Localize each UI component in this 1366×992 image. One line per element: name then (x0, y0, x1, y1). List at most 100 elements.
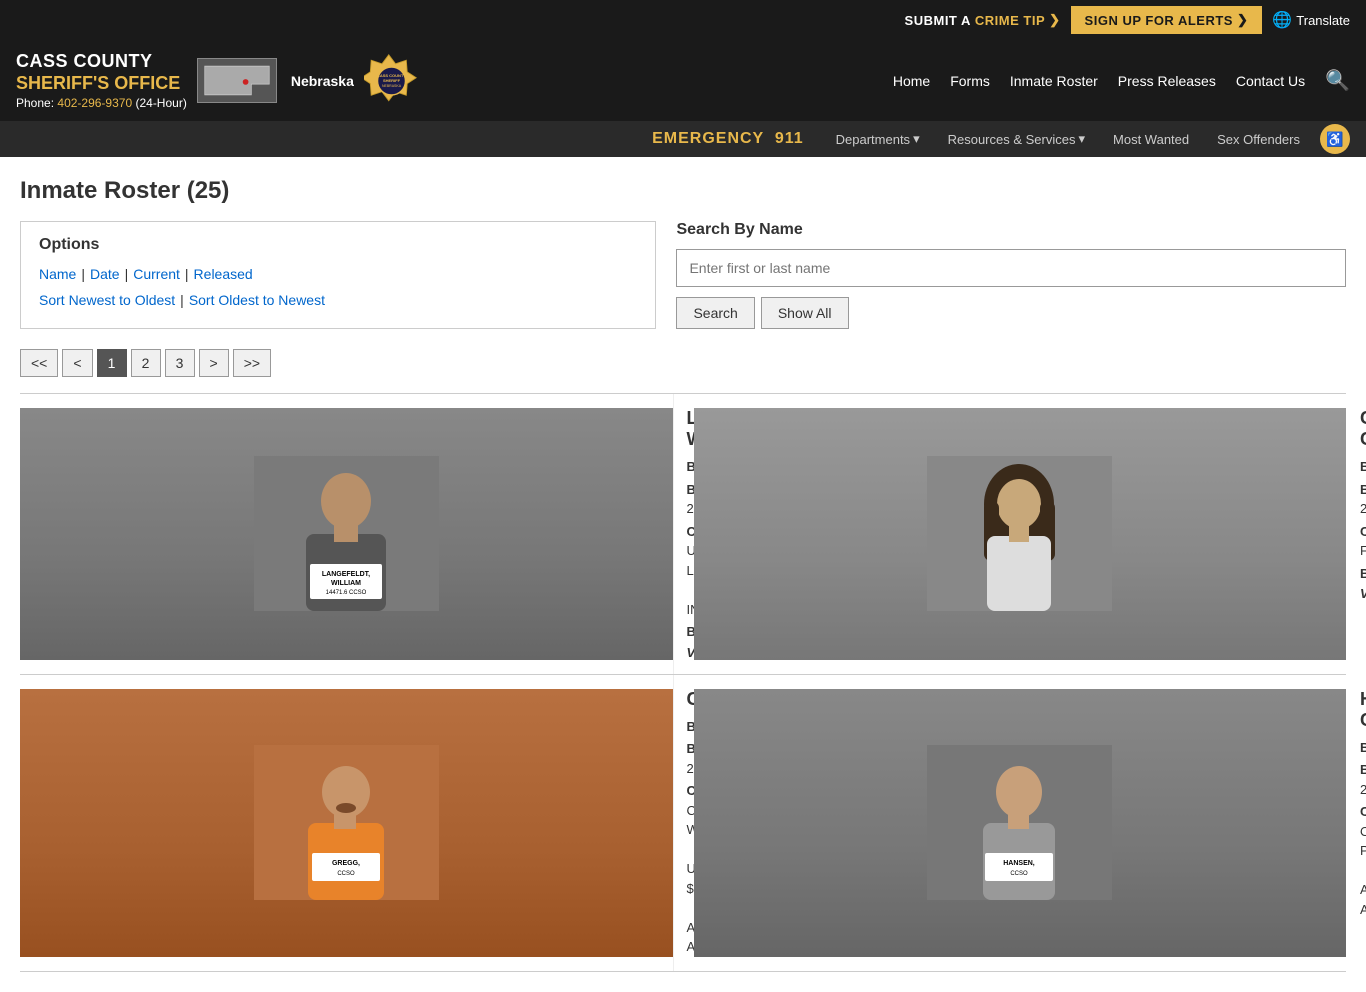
nav-resources-services[interactable]: Resources & Services ▾ (936, 121, 1097, 157)
emergency-number: 911 (775, 130, 804, 147)
options-title: Options (39, 236, 637, 254)
search-button[interactable]: Search (676, 297, 754, 329)
alerts-label: SIGN UP FOR ALERTS (1085, 13, 1233, 28)
nav-sex-offenders[interactable]: Sex Offenders (1205, 122, 1312, 157)
nav-inmate-roster[interactable]: Inmate Roster (1010, 73, 1098, 89)
inmate-booking-date-hansen: Booking Date:12-13-2023 - 1:52 pm (1360, 760, 1366, 799)
inmate-booking-date-gallegos: Booking Date:12-15-2023 - 10:03 am (1360, 480, 1366, 519)
translate-button[interactable]: 🌐 Translate (1272, 10, 1350, 30)
search-buttons: Search Show All (676, 297, 1346, 329)
inmate-charges-hansen: Charges:1399::ASSAULT-OFFICER/HLTH CARE … (1360, 802, 1366, 919)
page-next-button[interactable]: > (199, 349, 229, 377)
header-nav: Home Forms Inmate Roster Press Releases … (893, 73, 1305, 89)
inmate-col-gallegos: GALLEGOS, GABRIEL Booking #:73556 Bookin… (694, 394, 1347, 674)
page-last-button[interactable]: >> (233, 349, 271, 377)
nav-forms[interactable]: Forms (950, 73, 990, 89)
svg-text:14471.6 CCSO: 14471.6 CCSO (325, 590, 366, 596)
sort-newest[interactable]: Sort Newest to Oldest (39, 292, 175, 308)
sep3: | (185, 266, 189, 282)
accessibility-icon: ♿ (1326, 131, 1343, 148)
svg-text:NEBRASKA: NEBRASKA (382, 84, 402, 88)
inmate-photo-gallegos (694, 408, 1347, 660)
option-released[interactable]: Released (194, 266, 253, 282)
accessibility-button[interactable]: ♿ (1320, 124, 1350, 154)
sort-links: Sort Newest to Oldest | Sort Oldest to N… (39, 292, 637, 308)
state-label: Nebraska (291, 73, 354, 89)
sort-oldest[interactable]: Sort Oldest to Newest (189, 292, 325, 308)
resources-label: Resources & Services (948, 132, 1076, 147)
departments-label: Departments (836, 132, 910, 147)
svg-text:HANSEN,: HANSEN, (1003, 860, 1035, 867)
inmate-bond-gallegos: Bond:No Bond (1360, 564, 1366, 584)
nav-most-wanted[interactable]: Most Wanted (1101, 122, 1201, 157)
options-search-row: Options Name | Date | Current | Released… (20, 221, 1346, 329)
brand-title: CASS COUNTY (16, 51, 187, 73)
inmate-info-gallegos: GALLEGOS, GABRIEL Booking #:73556 Bookin… (1360, 408, 1366, 660)
svg-text:GREGG,: GREGG, (332, 860, 360, 867)
inmate-col-langefeldt: LANGEFELDT, WILLIAM 14471.6 CCSO LANGEFE… (20, 394, 674, 674)
inmate-photo-hansen: HANSEN, CCSO (694, 689, 1347, 957)
header-search-button[interactable]: 🔍 (1325, 68, 1350, 93)
option-date[interactable]: Date (90, 266, 120, 282)
inmate-name-hansen: HANSEN, CAMERON (1360, 689, 1366, 731)
sep2: | (125, 266, 129, 282)
inmate-charges-gallegos: Charges:9964::HOLD FOR COURT (1360, 522, 1366, 561)
search-box: Search By Name Search Show All (676, 221, 1346, 329)
secondary-nav: EMERGENCY 911 Departments ▾ Resources & … (0, 121, 1366, 157)
header-left: CASS COUNTY SHERIFF'S OFFICE Phone: 402-… (16, 40, 419, 121)
svg-text:SHERIFF: SHERIFF (383, 78, 401, 83)
nav-home[interactable]: Home (893, 73, 930, 89)
inmate-col-gregg: GREGG, CCSO GREGG, KODY Booking #:73555 … (20, 675, 674, 971)
view-profile-gallegos[interactable]: View Profile >>> (1360, 586, 1366, 601)
secondary-nav-links: Departments ▾ Resources & Services ▾ Mos… (824, 121, 1312, 157)
inmate-photo-gregg: GREGG, CCSO (20, 689, 673, 957)
inmate-booking-num-hansen: Booking #:73554 (1360, 738, 1366, 758)
header: CASS COUNTY SHERIFF'S OFFICE Phone: 402-… (0, 40, 1366, 121)
options-box: Options Name | Date | Current | Released… (20, 221, 656, 329)
nav-press-releases[interactable]: Press Releases (1118, 73, 1216, 89)
page-2-button[interactable]: 2 (131, 349, 161, 377)
emergency-text: EMERGENCY (652, 130, 764, 147)
alerts-arrow: ❯ (1237, 12, 1248, 28)
inmate-row-1: LANGEFELDT, WILLIAM 14471.6 CCSO LANGEFE… (20, 394, 1346, 675)
pagination: << < 1 2 3 > >> (20, 349, 1346, 377)
chevron-down-icon: ▾ (913, 131, 920, 147)
show-all-button[interactable]: Show All (761, 297, 849, 329)
inmate-info-hansen: HANSEN, CAMERON Booking #:73554 Booking … (1360, 689, 1366, 957)
svg-text:LANGEFELDT,: LANGEFELDT, (322, 571, 370, 578)
sep1: | (81, 266, 85, 282)
inmate-col-hansen: HANSEN, CCSO HANSEN, CAMERON Booking #:7… (694, 675, 1347, 971)
top-bar: SUBMIT A CRIME TIP ❯ SIGN UP FOR ALERTS … (0, 0, 1366, 40)
brand-subtitle: SHERIFF'S OFFICE (16, 73, 187, 95)
brand-phone: Phone: 402-296-9370 (24-Hour) (16, 96, 187, 110)
phone-hours: (24-Hour) (135, 96, 186, 110)
svg-text:CCSO: CCSO (337, 871, 355, 877)
header-right: Home Forms Inmate Roster Press Releases … (893, 68, 1350, 93)
phone-number[interactable]: 402-296-9370 (57, 96, 132, 110)
chevron-down-icon-2: ▾ (1078, 131, 1085, 147)
crime-tip-button[interactable]: SUBMIT A CRIME TIP ❯ (905, 12, 1061, 28)
page-first-button[interactable]: << (20, 349, 58, 377)
globe-icon: 🌐 (1272, 10, 1292, 30)
page-prev-button[interactable]: < (62, 349, 92, 377)
page-3-button[interactable]: 3 (165, 349, 195, 377)
option-current[interactable]: Current (133, 266, 180, 282)
phone-label: Phone: (16, 96, 54, 110)
nav-departments[interactable]: Departments ▾ (824, 121, 932, 157)
alerts-button[interactable]: SIGN UP FOR ALERTS ❯ (1071, 6, 1263, 34)
inmate-photo-langefeldt: LANGEFELDT, WILLIAM 14471.6 CCSO (20, 408, 673, 660)
main-content: Inmate Roster (25) Options Name | Date |… (0, 157, 1366, 992)
emergency-label: EMERGENCY 911 (652, 130, 804, 148)
option-name[interactable]: Name (39, 266, 76, 282)
inmate-name-gallegos: GALLEGOS, GABRIEL (1360, 408, 1366, 450)
page-1-button[interactable]: 1 (97, 349, 127, 377)
brand: CASS COUNTY SHERIFF'S OFFICE Phone: 402-… (16, 51, 187, 110)
nav-contact-us[interactable]: Contact Us (1236, 73, 1305, 89)
svg-text:WILLIAM: WILLIAM (331, 580, 361, 587)
inmate-grid: LANGEFELDT, WILLIAM 14471.6 CCSO LANGEFE… (20, 393, 1346, 972)
search-icon: 🔍 (1325, 70, 1350, 92)
search-input[interactable] (676, 249, 1346, 287)
page-title: Inmate Roster (25) (20, 177, 1346, 205)
nebraska-map (197, 58, 277, 103)
sheriff-badge: CASS COUNTY SHERIFF NEBRASKA (364, 48, 419, 113)
